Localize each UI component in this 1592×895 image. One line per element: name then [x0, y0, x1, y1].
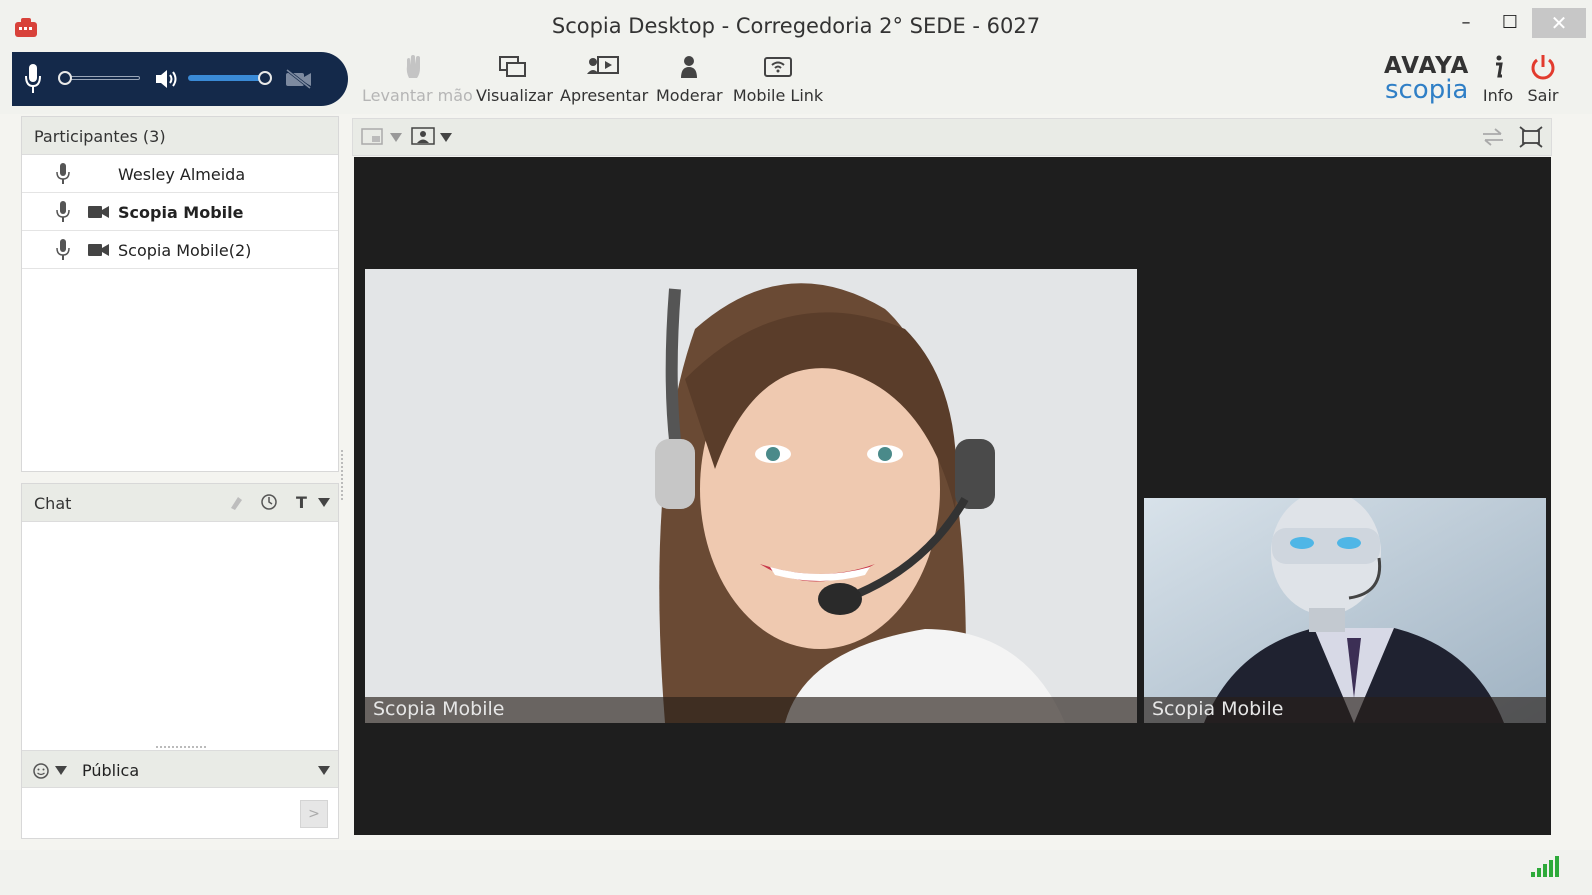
chat-panel: Chat T Pública > — [21, 483, 339, 839]
microphone-icon — [56, 239, 70, 260]
power-icon — [1531, 55, 1555, 80]
avaya-scopia-logo: AVAYA scopia — [1384, 54, 1469, 105]
status-bar — [0, 850, 1592, 895]
chat-input[interactable] — [22, 788, 298, 838]
video-camera-icon — [88, 244, 109, 256]
chat-header: Chat — [22, 484, 338, 522]
text-format-button[interactable]: T — [296, 493, 307, 512]
minimize-button[interactable]: – — [1444, 8, 1488, 38]
clock-icon[interactable] — [260, 493, 278, 511]
participant-video — [1144, 498, 1546, 723]
moderator-icon — [681, 56, 697, 78]
chevron-down-icon[interactable] — [390, 133, 402, 143]
video-camera-icon — [88, 206, 109, 218]
chevron-down-icon[interactable] — [318, 498, 330, 508]
microphone-icon — [56, 201, 70, 222]
moderate-button[interactable]: Moderar — [656, 54, 723, 105]
send-button[interactable]: > — [300, 800, 328, 828]
secondary-video-tile[interactable]: Scopia Mobile — [1144, 498, 1546, 723]
participants-header: Participantes (3) — [22, 117, 338, 155]
microphone-icon[interactable] — [24, 62, 42, 96]
main-video-tile[interactable]: Scopia Mobile — [365, 269, 1137, 723]
participant-name: Wesley Almeida — [118, 165, 246, 184]
secondary-video-caption: Scopia Mobile — [1144, 697, 1546, 723]
main-video-caption: Scopia Mobile — [365, 697, 1137, 723]
raise-hand-button[interactable]: Levantar mão — [362, 54, 473, 105]
audio-control-panel — [12, 52, 348, 106]
signal-strength-icon — [1531, 856, 1559, 877]
present-icon — [587, 56, 619, 74]
video-area: Scopia Mobile Scopia Mobile — [354, 157, 1551, 835]
mobile-link-icon — [764, 57, 792, 77]
chevron-down-icon[interactable] — [55, 766, 67, 776]
speaker-volume-slider[interactable] — [188, 70, 274, 86]
info-icon — [1496, 55, 1503, 78]
fullscreen-icon[interactable] — [1519, 126, 1543, 148]
moderate-label: Moderar — [656, 86, 723, 105]
layout-icon[interactable] — [361, 127, 383, 147]
participant-name: Scopia Mobile — [118, 203, 244, 222]
view-button[interactable]: Visualizar — [476, 54, 553, 105]
close-button[interactable]: ✕ — [1532, 8, 1586, 38]
microphone-icon — [56, 163, 70, 184]
speaker-icon[interactable] — [154, 67, 180, 91]
info-button[interactable]: Info — [1478, 54, 1518, 105]
toolbar: Levantar mão Visualizar Apresentar Moder… — [0, 52, 1592, 114]
exit-label: Sair — [1527, 86, 1559, 105]
participant-row[interactable]: Scopia Mobile — [22, 193, 338, 231]
maximize-button[interactable]: ☐ — [1488, 8, 1532, 38]
recipient-label: Pública — [82, 761, 140, 780]
chat-title: Chat — [34, 494, 72, 513]
emoticon-icon[interactable] — [32, 762, 50, 780]
video-toolbar — [352, 118, 1552, 156]
mobile-link-button[interactable]: Mobile Link — [732, 54, 824, 105]
participant-video — [365, 269, 1137, 723]
raise-hand-label: Levantar mão — [362, 86, 473, 105]
panel-splitter[interactable] — [341, 450, 345, 500]
view-label: Visualizar — [476, 86, 553, 105]
title-bar: Scopia Desktop - Corregedoria 2° SEDE - … — [0, 0, 1592, 52]
window-title: Scopia Desktop - Corregedoria 2° SEDE - … — [551, 14, 1041, 38]
chat-messages — [22, 522, 338, 746]
swap-icon[interactable] — [1481, 127, 1505, 147]
eraser-icon[interactable] — [228, 494, 244, 512]
participant-name: Scopia Mobile(2) — [118, 241, 252, 260]
hand-icon — [406, 55, 420, 78]
brand-bottom: scopia — [1384, 75, 1469, 105]
present-label: Apresentar — [560, 86, 649, 105]
self-view-icon[interactable] — [411, 126, 435, 146]
mobile-link-label: Mobile Link — [732, 86, 824, 105]
participants-panel: Participantes (3) Wesley Almeida Scopia … — [21, 116, 339, 472]
participant-row[interactable]: Wesley Almeida — [22, 155, 338, 193]
camera-muted-icon[interactable] — [284, 68, 314, 90]
mic-volume-slider[interactable] — [58, 70, 142, 86]
chevron-down-icon[interactable] — [318, 766, 330, 776]
recipient-selector[interactable]: Pública — [22, 750, 338, 788]
present-button[interactable]: Apresentar — [560, 54, 649, 105]
view-layout-icon — [499, 56, 526, 77]
info-label: Info — [1482, 86, 1514, 105]
chevron-down-icon[interactable] — [440, 133, 452, 143]
exit-button[interactable]: Sair — [1522, 54, 1564, 105]
participant-row[interactable]: Scopia Mobile(2) — [22, 231, 338, 269]
